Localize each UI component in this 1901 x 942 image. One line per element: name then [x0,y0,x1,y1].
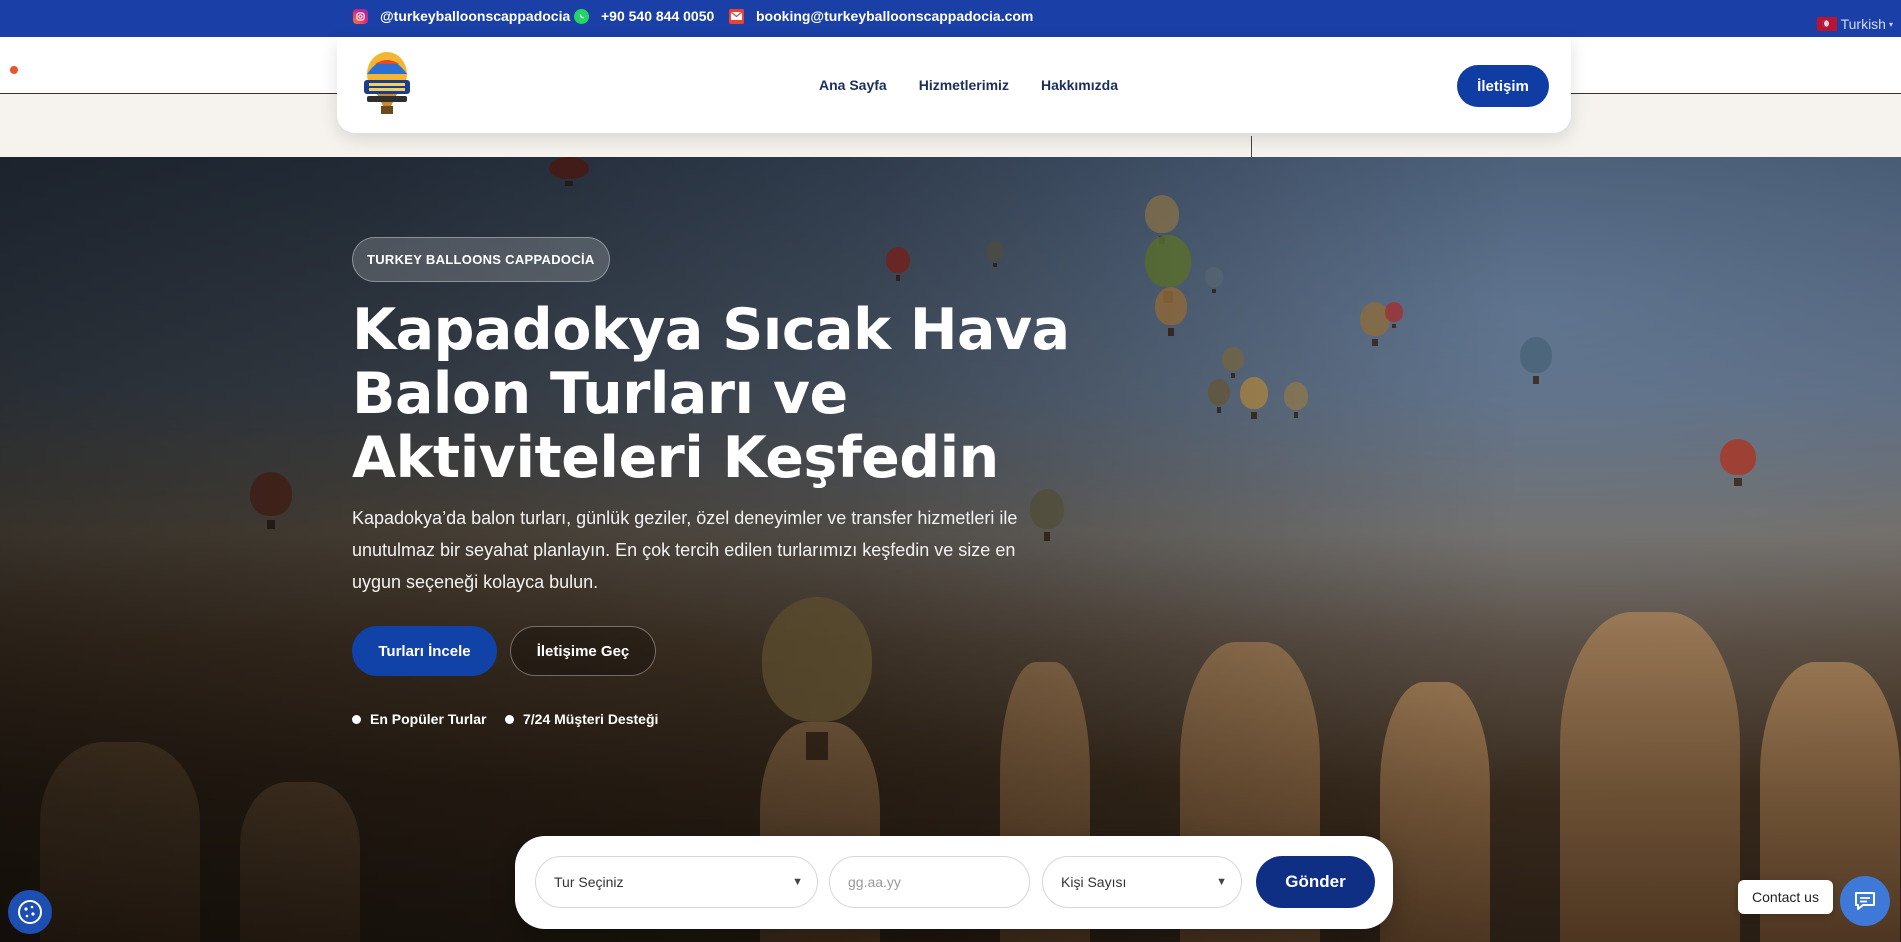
feature-label: En Popüler Turlar [370,711,487,727]
chat-icon [1855,892,1875,910]
brand-badge: TURKEY BALLOONS CAPPADOCİA [352,237,610,282]
contact-button[interactable]: İletişim [1457,65,1549,107]
chevron-down-icon: ▾ [1888,19,1893,29]
feature-support: 7/24 Müşteri Desteği [505,711,658,727]
instagram-link[interactable]: @turkeyballoonscappadocia [353,8,570,24]
mail-icon [729,8,744,24]
phone-number: +90 540 844 0050 [601,8,715,24]
language-selector[interactable]: Turkish ▾ [1816,16,1893,32]
feature-label: 7/24 Müşteri Desteği [523,711,659,727]
email-link[interactable]: booking@turkeyballoonscappadocia.com [729,8,1033,24]
turkey-flag-icon [1816,17,1837,31]
whatsapp-link[interactable]: +90 540 844 0050 [574,8,714,24]
hero-title: Kapadokya Sıcak Hava Balon Turları ve Ak… [352,297,1070,491]
tour-select[interactable]: Tur Seçiniz ▼ [535,856,818,908]
whatsapp-icon [574,8,589,24]
explore-tours-button[interactable]: Turları İncele [352,626,497,676]
nav-item-home[interactable]: Ana Sayfa [819,77,887,93]
site-logo[interactable] [361,50,413,120]
hero-subtitle: Kapadokya’da balon turları, günlük gezil… [352,508,1018,592]
language-label: Turkish [1840,16,1886,32]
instagram-icon [353,8,368,24]
nav-item-about[interactable]: Hakkımızda [1041,77,1118,93]
cookie-icon [18,900,42,924]
cookie-settings-button[interactable] [8,890,52,934]
bullet-icon [352,714,361,724]
contact-us-button[interactable]: İletişime Geç [510,626,656,676]
nav-menu: Ana Sayfa Hizmetlerimiz Hakkımızda [819,77,1118,93]
dropdown-arrow-icon: ▼ [792,876,803,888]
submit-button[interactable]: Gönder [1256,856,1375,908]
chat-widget-button[interactable] [1840,876,1890,926]
people-select-value: Kişi Sayısı [1061,874,1127,890]
people-select[interactable]: Kişi Sayısı ▼ [1042,856,1242,908]
instagram-handle: @turkeyballoonscappadocia [380,8,571,24]
dropdown-arrow-icon: ▼ [1216,876,1227,888]
contact-us-label[interactable]: Contact us [1738,880,1833,914]
date-placeholder: gg.aa.yy [848,874,901,890]
date-input[interactable]: gg.aa.yy [829,856,1030,908]
booking-form: Tur Seçiniz ▼ gg.aa.yy Kişi Sayısı ▼ Gön… [515,836,1393,929]
bullet-icon [505,714,514,724]
top-contact-bar: @turkeyballoonscappadocia +90 540 844 00… [0,0,1901,37]
nav-item-services[interactable]: Hizmetlerimiz [919,77,1009,93]
feature-popular-tours: En Popüler Turlar [352,711,486,727]
indicator-dot [10,66,18,74]
divider [1251,136,1252,157]
tour-select-value: Tur Seçiniz [554,874,624,890]
email-address: booking@turkeyballoonscappadocia.com [756,8,1034,24]
main-navigation: Ana Sayfa Hizmetlerimiz Hakkımızda İleti… [337,37,1571,133]
